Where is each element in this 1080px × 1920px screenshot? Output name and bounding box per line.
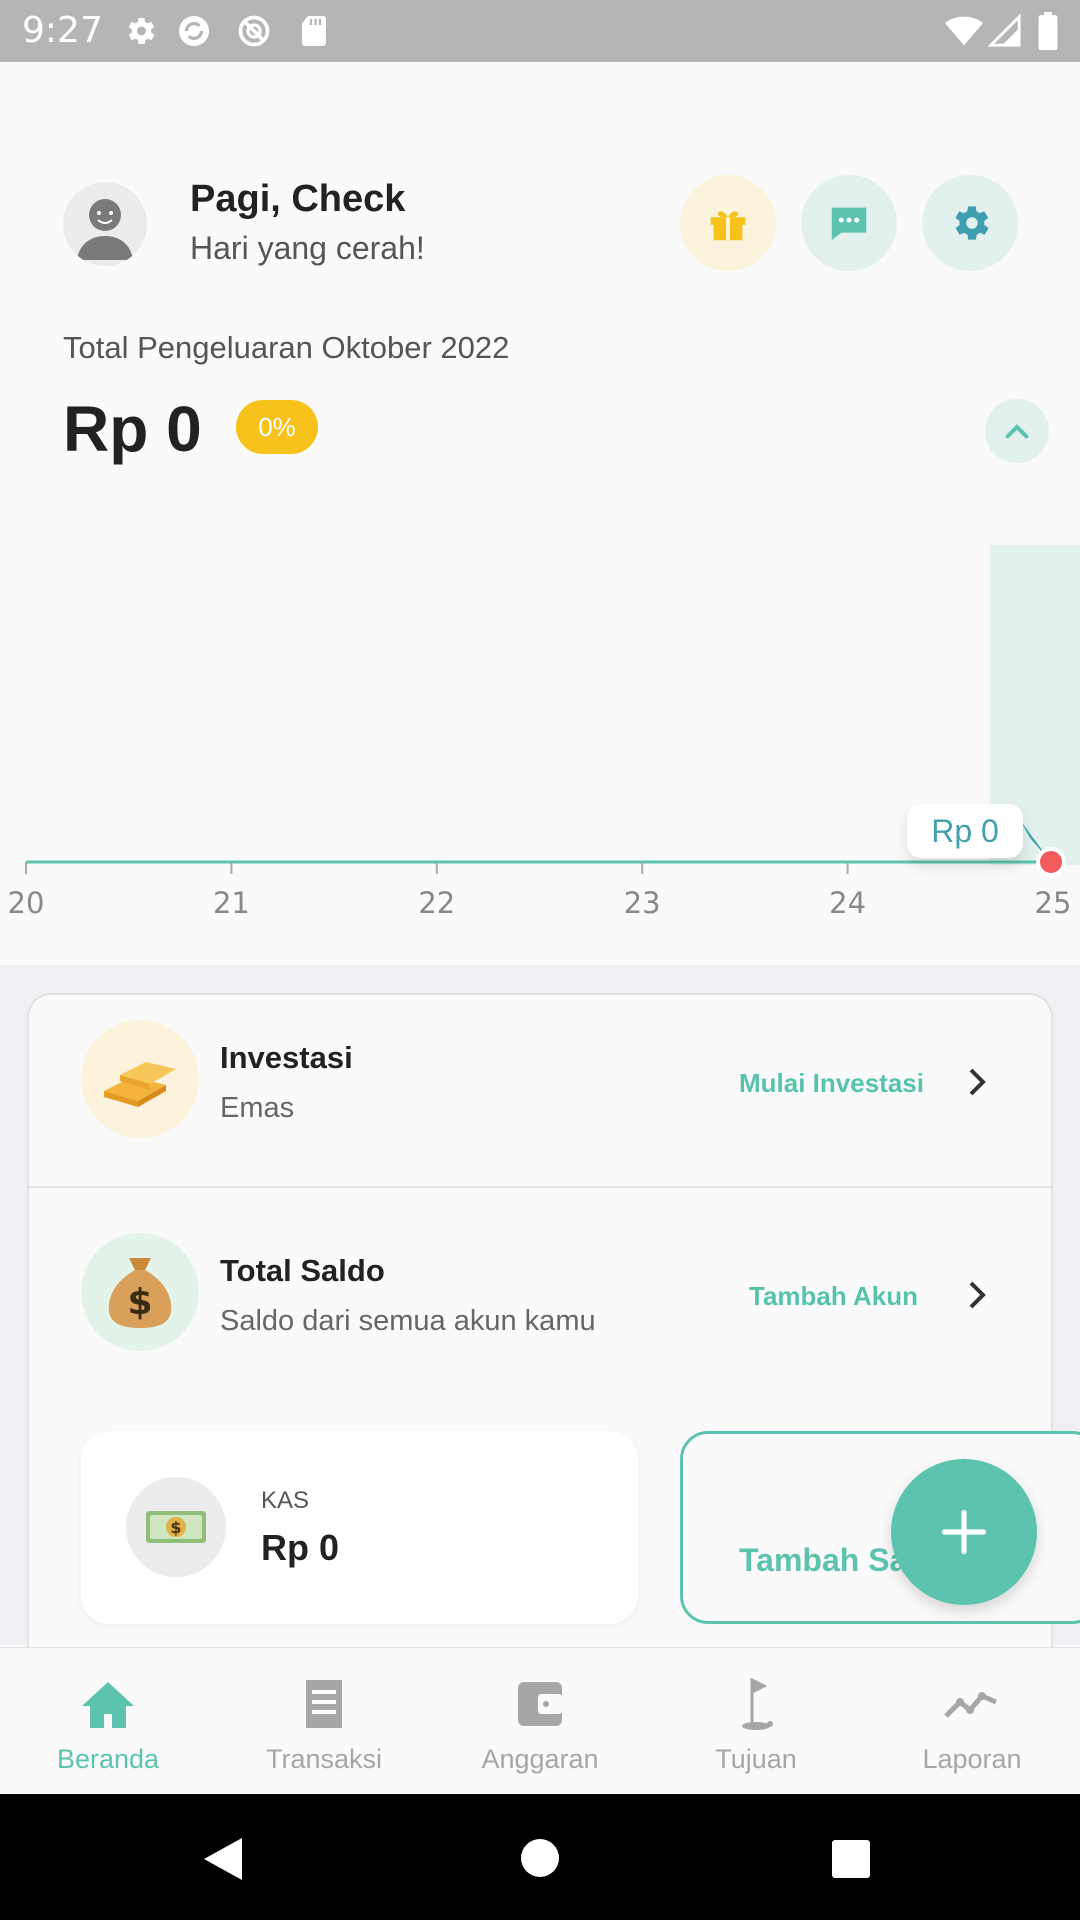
avatar[interactable] bbox=[63, 182, 147, 266]
gift-button[interactable] bbox=[680, 175, 776, 271]
home-button-icon[interactable] bbox=[520, 1838, 560, 1878]
x-tick-label: 22 bbox=[418, 886, 455, 920]
cash-icon-circle: $ bbox=[126, 1477, 226, 1577]
trend-icon bbox=[944, 1692, 997, 1718]
total-spending-label: Total Pengeluaran Oktober 2022 bbox=[63, 330, 510, 365]
settings-notification-icon bbox=[128, 17, 155, 45]
nav-anggaran[interactable]: Anggaran bbox=[432, 1648, 648, 1795]
investment-icon-circle bbox=[81, 1020, 199, 1138]
spending-chart[interactable]: 20 21 22 23 24 25 bbox=[0, 520, 1080, 950]
x-tick-label: 21 bbox=[213, 886, 250, 920]
balance-title: Total Saldo bbox=[220, 1253, 385, 1288]
x-tick-label: 24 bbox=[829, 886, 866, 920]
balance-icon-circle: $ bbox=[81, 1233, 199, 1351]
change-badge: 0% bbox=[236, 400, 318, 454]
nav-label: Anggaran bbox=[481, 1744, 599, 1774]
gift-icon bbox=[710, 211, 746, 241]
gold-bars-icon bbox=[104, 1062, 176, 1107]
sd-card-notification-icon bbox=[302, 16, 326, 46]
sync-notification-icon bbox=[179, 16, 209, 46]
receipt-icon bbox=[306, 1680, 342, 1728]
home-icon bbox=[82, 1682, 134, 1728]
investment-title: Investasi bbox=[220, 1040, 353, 1075]
wallet-icon bbox=[518, 1682, 562, 1726]
total-spending-value: Rp 0 bbox=[63, 393, 202, 465]
nav-label: Beranda bbox=[56, 1744, 160, 1774]
chat-icon bbox=[831, 207, 867, 241]
account-card-kas[interactable]: $ KAS Rp 0 bbox=[81, 1431, 638, 1624]
card-divider bbox=[29, 1186, 1051, 1188]
blocked-notification-icon bbox=[238, 15, 270, 47]
nav-beranda[interactable]: Beranda bbox=[0, 1648, 216, 1795]
nav-label: Transaksi bbox=[265, 1744, 383, 1774]
balance-subtitle: Saldo dari semua akun kamu bbox=[220, 1305, 596, 1337]
nav-tujuan[interactable]: Tujuan bbox=[648, 1648, 864, 1795]
x-tick-label: 25 bbox=[1035, 886, 1072, 920]
signal-icon bbox=[988, 13, 1021, 47]
x-tick-label: 20 bbox=[8, 886, 45, 920]
collapse-button[interactable] bbox=[985, 399, 1049, 463]
wifi-icon bbox=[945, 16, 983, 46]
chevron-right-icon[interactable] bbox=[966, 1065, 988, 1099]
person-icon bbox=[77, 199, 133, 260]
selected-point-marker[interactable] bbox=[1036, 847, 1066, 877]
nav-label: Tujuan bbox=[715, 1744, 797, 1774]
chat-button[interactable] bbox=[801, 175, 897, 271]
settings-button[interactable] bbox=[922, 175, 1018, 271]
banknote-icon: $ bbox=[146, 1511, 206, 1543]
add-transaction-fab[interactable] bbox=[891, 1459, 1037, 1605]
gear-icon bbox=[955, 206, 989, 240]
greeting-title: Pagi, Check bbox=[190, 178, 406, 220]
investment-subtitle: Emas bbox=[220, 1092, 295, 1124]
back-icon[interactable] bbox=[200, 1836, 244, 1882]
svg-text:$: $ bbox=[170, 1518, 181, 1537]
bottom-navigation: Beranda Transaksi Anggaran Tujuan Lapora… bbox=[0, 1647, 1080, 1794]
add-account-link[interactable]: Tambah Akun bbox=[749, 1281, 918, 1312]
start-investment-link[interactable]: Mulai Investasi bbox=[739, 1068, 924, 1099]
chart-tooltip: Rp 0 bbox=[907, 804, 1023, 858]
status-bar: 9:27 bbox=[0, 0, 1080, 62]
nav-laporan[interactable]: Laporan bbox=[864, 1648, 1080, 1795]
nav-label: Laporan bbox=[922, 1744, 1022, 1774]
money-bag-icon: $ bbox=[108, 1258, 172, 1328]
chevron-right-icon[interactable] bbox=[966, 1278, 988, 1312]
plus-icon bbox=[941, 1509, 987, 1555]
recents-icon[interactable] bbox=[831, 1839, 871, 1879]
nav-transaksi[interactable]: Transaksi bbox=[216, 1648, 432, 1795]
status-time: 9:27 bbox=[22, 10, 103, 51]
account-balance: Rp 0 bbox=[261, 1527, 340, 1568]
battery-icon bbox=[1038, 12, 1058, 50]
x-tick-label: 23 bbox=[624, 886, 661, 920]
greeting-subtitle: Hari yang cerah! bbox=[190, 230, 425, 266]
flag-icon bbox=[742, 1677, 773, 1730]
chevron-up-icon bbox=[1005, 424, 1029, 439]
account-name: KAS bbox=[261, 1487, 310, 1514]
system-navigation-bar bbox=[0, 1794, 1080, 1920]
svg-text:$: $ bbox=[127, 1282, 152, 1323]
